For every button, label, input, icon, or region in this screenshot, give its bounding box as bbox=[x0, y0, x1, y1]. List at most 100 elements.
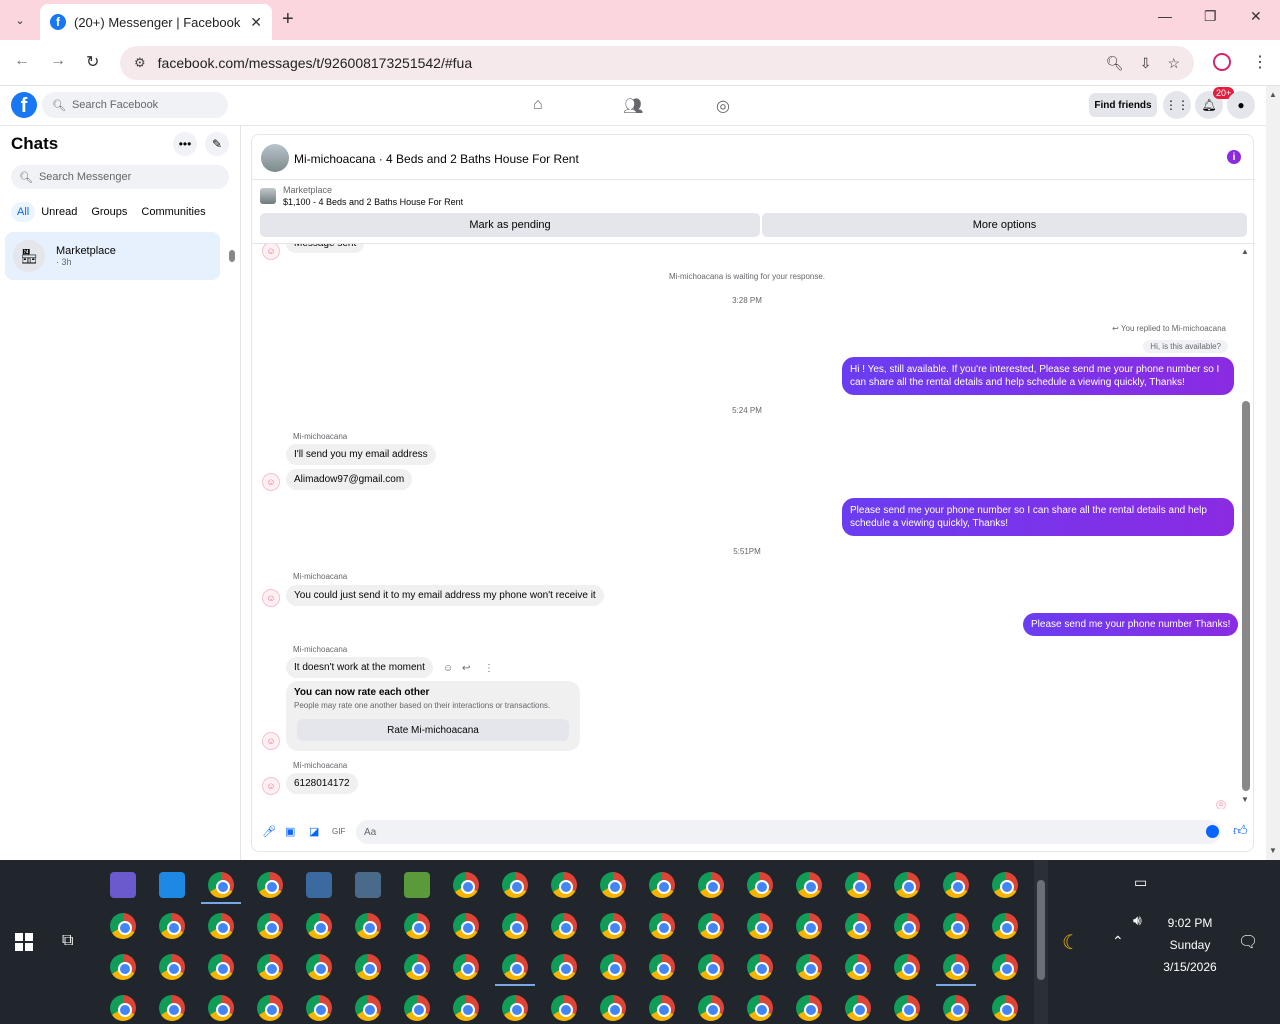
sender-avatar[interactable]: ☺ bbox=[262, 473, 280, 491]
taskbar-app-icon[interactable] bbox=[698, 954, 724, 980]
task-view-icon[interactable]: ⧉ bbox=[62, 932, 73, 950]
taskbar-app-icon[interactable] bbox=[698, 995, 724, 1021]
taskbar-app-icon[interactable] bbox=[208, 872, 234, 898]
sender-avatar[interactable]: ☺ bbox=[262, 777, 280, 795]
gif-icon[interactable]: GIF bbox=[332, 827, 345, 836]
emoji-icon[interactable] bbox=[1206, 825, 1219, 838]
message-bubble-outgoing[interactable]: Please send me your phone number Thanks! bbox=[1023, 613, 1239, 636]
taskbar-app-icon[interactable] bbox=[159, 954, 185, 980]
taskbar-app-icon[interactable] bbox=[698, 872, 724, 898]
taskbar-app-icon[interactable] bbox=[649, 954, 675, 980]
taskbar-app-icon[interactable] bbox=[404, 872, 430, 898]
taskbar-app-icon[interactable] bbox=[894, 954, 920, 980]
taskbar-app-icon[interactable] bbox=[551, 872, 577, 898]
taskbar-app-icon[interactable] bbox=[747, 872, 773, 898]
taskbar-app-icon[interactable] bbox=[845, 995, 871, 1021]
taskbar-app-icon[interactable] bbox=[943, 913, 969, 939]
listing-price[interactable]: $1,100 - 4 Beds and 2 Baths House For Re… bbox=[283, 197, 463, 207]
scroll-down-icon[interactable]: ▼ bbox=[1241, 795, 1249, 804]
listing-thumbnail[interactable] bbox=[260, 188, 276, 204]
conversation-title[interactable]: Mi-michoacana · 4 Beds and 2 Baths House… bbox=[294, 152, 579, 166]
home-icon[interactable]: ⌂ bbox=[533, 96, 543, 114]
menu-grid-icon[interactable]: ⋮⋮ bbox=[1163, 91, 1191, 119]
scroll-up-icon[interactable]: ▲ bbox=[1269, 90, 1277, 99]
taskbar-app-icon[interactable] bbox=[551, 995, 577, 1021]
taskbar-app-icon[interactable] bbox=[159, 995, 185, 1021]
taskbar-app-icon[interactable] bbox=[306, 872, 332, 898]
messenger-search-input[interactable]: 🔍︎ Search Messenger bbox=[11, 165, 229, 189]
taskbar-app-icon[interactable] bbox=[110, 872, 136, 898]
attach-photo-icon[interactable]: ▣ bbox=[285, 825, 295, 838]
taskbar-app-icon[interactable] bbox=[257, 954, 283, 980]
taskbar-app-icon[interactable] bbox=[306, 954, 332, 980]
sidebar-scroll-thumb[interactable] bbox=[229, 250, 235, 262]
taskbar-app-icon[interactable] bbox=[649, 913, 675, 939]
close-tab-icon[interactable]: ✕ bbox=[250, 14, 262, 31]
windows-start-icon[interactable] bbox=[15, 933, 33, 951]
taskbar-app-icon[interactable] bbox=[600, 913, 626, 939]
taskbar-app-icon[interactable] bbox=[208, 954, 234, 980]
taskbar-app-icon[interactable] bbox=[992, 954, 1018, 980]
reload-icon[interactable]: ↻ bbox=[86, 52, 99, 72]
find-friends-button[interactable]: Find friends bbox=[1089, 93, 1157, 117]
taskbar-app-icon[interactable] bbox=[600, 872, 626, 898]
taskbar-app-icon[interactable] bbox=[894, 913, 920, 939]
taskbar-app-icon[interactable] bbox=[355, 913, 381, 939]
url-bar[interactable]: ⚙ facebook.com/messages/t/92600817325154… bbox=[120, 46, 1194, 80]
message-bubble-outgoing[interactable]: Hi ! Yes, still available. If you're int… bbox=[842, 357, 1234, 395]
taskbar-app-icon[interactable] bbox=[796, 954, 822, 980]
taskbar-app-icon[interactable] bbox=[502, 954, 528, 980]
zoom-icon[interactable]: 🔍︎ bbox=[1106, 55, 1124, 72]
taskbar-app-icon[interactable] bbox=[110, 954, 136, 980]
taskbar-app-icon[interactable] bbox=[943, 995, 969, 1021]
new-message-icon[interactable]: ✎ bbox=[205, 132, 229, 156]
filter-communities[interactable]: Communities bbox=[141, 206, 213, 222]
message-bubble[interactable]: I'll send you my email address bbox=[286, 444, 436, 465]
friends-icon[interactable]: 👥︎ bbox=[623, 96, 643, 116]
account-avatar[interactable]: ● bbox=[1227, 91, 1255, 119]
close-window-icon[interactable]: ✕ bbox=[1250, 8, 1262, 25]
taskbar-app-icon[interactable] bbox=[600, 954, 626, 980]
taskbar-app-icon[interactable] bbox=[306, 995, 332, 1021]
profile-icon[interactable] bbox=[1213, 53, 1231, 71]
facebook-search-input[interactable]: 🔍︎ Search Facebook bbox=[42, 92, 228, 118]
message-bubble[interactable]: You could just send it to my email addre… bbox=[286, 585, 604, 606]
taskbar-app-icon[interactable] bbox=[845, 872, 871, 898]
night-light-icon[interactable]: ☾ bbox=[1062, 930, 1080, 955]
taskbar-app-icon[interactable] bbox=[257, 995, 283, 1021]
taskbar-app-icon[interactable] bbox=[208, 995, 234, 1021]
messages-scrollbar[interactable]: ▲ ▼ bbox=[1240, 247, 1252, 807]
taskbar-scroll-thumb[interactable] bbox=[1037, 880, 1045, 980]
taskbar-app-icon[interactable] bbox=[502, 872, 528, 898]
more-options-button[interactable]: More options bbox=[762, 213, 1247, 237]
listing-avatar[interactable] bbox=[261, 144, 289, 172]
filter-unread[interactable]: Unread bbox=[41, 206, 85, 222]
scroll-up-icon[interactable]: ▲ bbox=[1241, 247, 1249, 256]
taskbar-app-icon[interactable] bbox=[894, 995, 920, 1021]
chat-item-marketplace[interactable]: 🏪︎ Marketplace · 3h bbox=[5, 232, 220, 280]
taskbar-app-icon[interactable] bbox=[992, 913, 1018, 939]
taskbar-app-icon[interactable] bbox=[649, 872, 675, 898]
sender-avatar[interactable]: ☺ bbox=[262, 589, 280, 607]
restore-icon[interactable]: ❐ bbox=[1204, 8, 1217, 25]
taskbar-app-icon[interactable] bbox=[551, 954, 577, 980]
taskbar-app-icon[interactable] bbox=[208, 913, 234, 939]
taskbar-app-icon[interactable] bbox=[355, 995, 381, 1021]
thumbs-up-icon[interactable]: 👍︎ bbox=[1233, 822, 1248, 839]
filter-groups[interactable]: Groups bbox=[91, 206, 135, 222]
browser-tab[interactable]: f (20+) Messenger | Facebook ✕ bbox=[40, 4, 272, 40]
install-app-icon[interactable]: ⇩ bbox=[1140, 55, 1152, 72]
tab-search-button[interactable]: ⌄ bbox=[8, 8, 32, 32]
network-icon[interactable]: ▭ bbox=[1134, 874, 1147, 891]
message-input[interactable]: Aa bbox=[356, 820, 1221, 844]
taskbar-app-icon[interactable] bbox=[992, 995, 1018, 1021]
sidebar-scrollbar[interactable] bbox=[227, 236, 237, 276]
forward-icon[interactable]: → bbox=[50, 52, 66, 70]
more-actions-icon[interactable]: ⋮ bbox=[484, 663, 494, 674]
new-tab-button[interactable]: + bbox=[282, 8, 294, 31]
taskbar-app-icon[interactable] bbox=[551, 913, 577, 939]
action-center-icon[interactable]: 🗨︎ bbox=[1238, 932, 1258, 952]
message-bubble[interactable]: Alimadow97@gmail.com bbox=[286, 469, 413, 490]
taskbar-app-icon[interactable] bbox=[502, 995, 528, 1021]
taskbar-app-icon[interactable] bbox=[600, 995, 626, 1021]
